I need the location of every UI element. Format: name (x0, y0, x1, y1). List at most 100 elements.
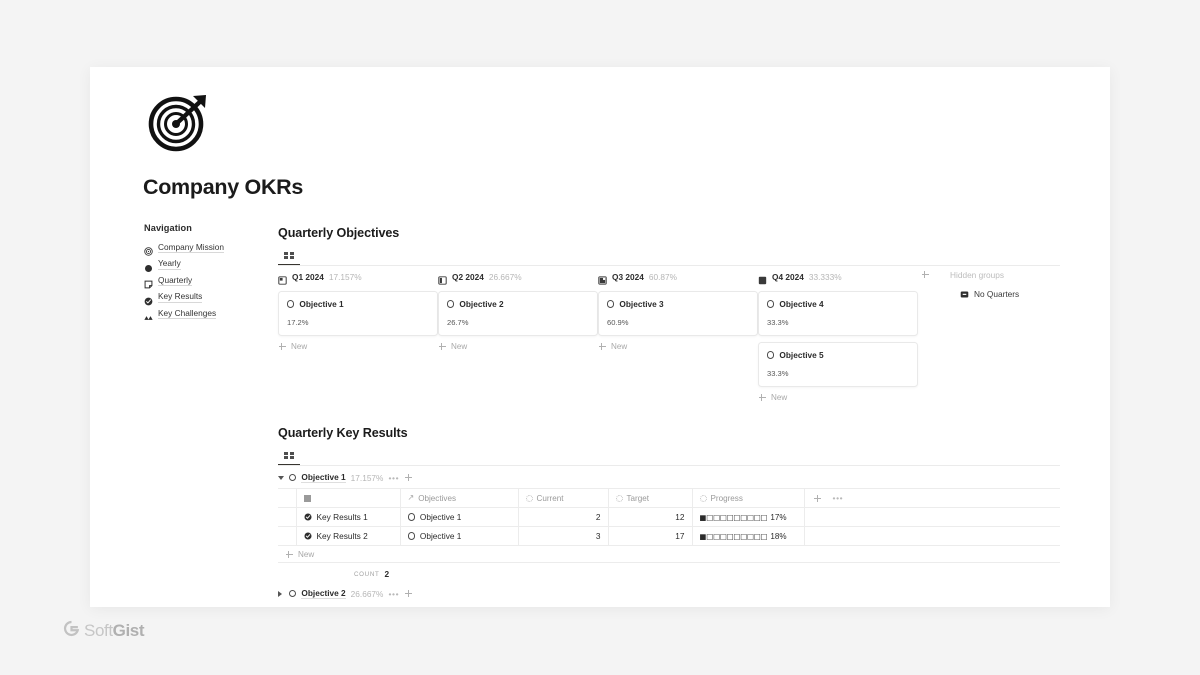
add-objective-button[interactable]: New (278, 342, 438, 351)
row-name-cell[interactable]: Key Results 2 (296, 526, 401, 546)
watermark-brand-light: Soft (84, 621, 113, 640)
table-group-header-objective-2[interactable]: Objective 2 26.667% ••• (278, 586, 1060, 601)
objective-card-title: Objective 1 (299, 299, 344, 309)
sidebar-item-yearly[interactable]: Yearly (144, 257, 274, 272)
column-header-label: Objectives (418, 493, 456, 503)
quarter-fill-4-icon (758, 272, 767, 285)
sidebar-item-label: Key Challenges (158, 307, 217, 320)
column-header-target[interactable]: Target (608, 488, 693, 508)
page-title: Company OKRs (143, 175, 304, 199)
board-grid-icon (284, 451, 294, 460)
row-progress[interactable]: ■□□□□□□□□□ 18% (692, 526, 805, 546)
table-more-options-icon[interactable]: ••• (833, 494, 844, 503)
rollup-circle-icon (525, 494, 533, 502)
sidebar-item-company-mission[interactable]: Company Mission (144, 240, 274, 256)
watermark-text: SoftGist (84, 621, 145, 641)
key-results-table: ↗ Objectives Current Target Progress •••… (278, 488, 1060, 546)
column-header[interactable]: Q1 2024 17.157% (278, 270, 438, 285)
row-objective-cell[interactable]: Objective 1 (400, 526, 519, 546)
relation-arrow-icon: ↗ (407, 493, 415, 502)
group-percent: 26.667% (350, 588, 384, 599)
add-objective-button[interactable]: New (438, 342, 598, 351)
sidebar-item-key-results[interactable]: Key Results (144, 290, 274, 305)
count-label: Count (354, 570, 380, 578)
add-group-button[interactable] (921, 270, 935, 282)
row-target[interactable]: 17 (608, 526, 693, 546)
plus-icon (438, 343, 446, 351)
column-header-progress[interactable]: Progress (692, 488, 805, 508)
objective-card-percent: 33.3% (767, 318, 789, 327)
row-target[interactable]: 12 (608, 507, 693, 527)
check-circle-icon (144, 293, 153, 305)
table-group-header-objective-1[interactable]: Objective 1 17.157% ••• (278, 470, 1060, 485)
plus-icon (285, 550, 293, 558)
table-header-row: ↗ Objectives Current Target Progress ••• (278, 488, 1060, 508)
plus-icon (758, 394, 766, 402)
board-view-tab[interactable] (278, 447, 300, 464)
add-objective-button[interactable]: New (598, 342, 758, 351)
plus-icon (278, 343, 286, 351)
row-handle[interactable] (278, 526, 297, 546)
row-name: Key Results 2 (316, 531, 368, 541)
column-header[interactable]: Q3 2024 60.87% (598, 270, 758, 285)
group-more-options-icon[interactable]: ••• (388, 473, 399, 482)
row-spacer (804, 526, 1060, 546)
table-row[interactable]: Key Results 1 Objective 1 2 12 ■□□□□□□□□… (278, 507, 1060, 527)
row-current[interactable]: 2 (518, 507, 609, 527)
collapse-triangle-icon[interactable] (278, 476, 284, 480)
column-name: Q3 2024 (612, 271, 644, 282)
row-objective: Objective 1 (419, 512, 462, 522)
add-key-result-button[interactable]: New (278, 546, 1060, 563)
circle-icon (289, 589, 297, 598)
add-objective-label: New (611, 342, 628, 351)
column-header-objectives[interactable]: ↗ Objectives (400, 488, 519, 508)
column-percent: 17.157% (328, 271, 362, 282)
add-column-icon[interactable] (814, 494, 822, 502)
sidebar-item-quarterly[interactable]: Quarterly (144, 273, 274, 289)
rollup-circle-icon (615, 494, 623, 502)
row-progress[interactable]: ■□□□□□□□□□ 17% (692, 507, 805, 527)
filled-circle-icon (144, 260, 153, 272)
sidebar-item-label: Quarterly (158, 274, 193, 287)
row-spacer (804, 507, 1060, 527)
plus-icon (598, 343, 606, 351)
column-name: Q4 2024 (772, 271, 804, 282)
row-objective-cell[interactable]: Objective 1 (400, 507, 519, 527)
objective-card-percent: 26.7% (447, 318, 469, 327)
objective-card[interactable]: Objective 4 33.3% (758, 291, 918, 336)
target-dartboard-icon[interactable] (146, 88, 212, 154)
hidden-groups-panel: Hidden groups No Quarters (950, 270, 1070, 299)
column-header[interactable]: Q4 2024 33.333% (758, 270, 918, 285)
objective-card[interactable]: Objective 3 60.9% (598, 291, 758, 336)
row-current[interactable]: 3 (518, 526, 609, 546)
add-objective-button[interactable]: New (758, 393, 918, 402)
column-header-label: Current (536, 493, 564, 503)
progress-bar-glyphs: ■□□□□□□□□□ (699, 513, 768, 522)
table-row[interactable]: Key Results 2 Objective 1 3 17 ■□□□□□□□□… (278, 526, 1060, 546)
group-more-options-icon[interactable]: ••• (388, 589, 399, 598)
expand-triangle-icon[interactable] (278, 590, 284, 597)
column-header-label: Target (626, 493, 650, 503)
column-header-current[interactable]: Current (518, 488, 609, 508)
plus-icon[interactable] (404, 590, 412, 598)
column-header[interactable]: Q2 2024 26.667% (438, 270, 598, 285)
objective-card[interactable]: Objective 5 33.3% (758, 342, 918, 387)
page-icon (144, 276, 153, 289)
sidebar-item-key-challenges[interactable]: Key Challenges (144, 306, 274, 321)
count-value: 2 (384, 569, 390, 579)
sidebar-item-label: Key Results (158, 291, 203, 303)
row-handle[interactable] (278, 507, 297, 527)
board-view-tab[interactable] (278, 247, 300, 264)
board-column-q2: Q2 2024 26.667% Objective 2 26.7% New (438, 270, 598, 351)
plus-icon[interactable] (404, 474, 412, 482)
hidden-group-no-quarters[interactable]: No Quarters (960, 289, 1070, 299)
row-select-header[interactable] (278, 488, 297, 508)
progress-percent: 18% (770, 532, 787, 541)
objective-card[interactable]: Objective 2 26.7% (438, 291, 598, 336)
softgist-g-logo (63, 620, 80, 642)
row-objective: Objective 1 (419, 531, 462, 541)
key-results-view-bar (278, 447, 1060, 466)
objective-card[interactable]: Objective 1 17.2% (278, 291, 438, 336)
row-name-cell[interactable]: Key Results 1 (296, 507, 401, 527)
column-header-name[interactable] (296, 488, 401, 508)
